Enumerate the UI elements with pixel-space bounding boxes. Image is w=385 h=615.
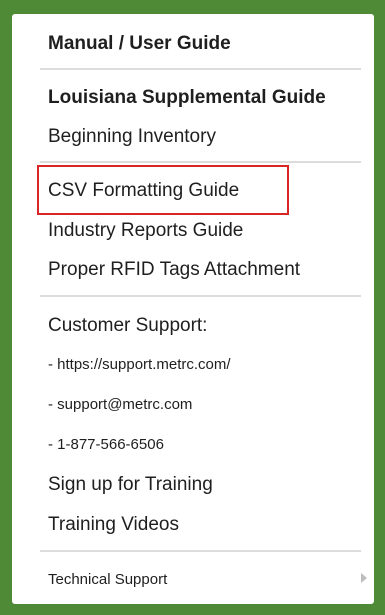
menu-item-industry-reports-guide[interactable]: Industry Reports Guide [48, 221, 243, 240]
menu-item-csv-formatting-guide[interactable]: CSV Formatting Guide [48, 181, 239, 200]
menu-item-customer-support: Customer Support: [48, 315, 208, 336]
divider [40, 68, 361, 70]
menu-item-louisiana-supplemental-guide[interactable]: Louisiana Supplemental Guide [48, 88, 326, 107]
menu-item-support-phone[interactable]: - 1-877-566-6506 [48, 437, 164, 452]
menu-item-beginning-inventory[interactable]: Beginning Inventory [48, 127, 216, 146]
menu-item-support-url[interactable]: - https://support.metrc.com/ [48, 357, 231, 372]
menu-header-manual-user-guide: Manual / User Guide [48, 33, 231, 54]
menu-item-sign-up-for-training[interactable]: Sign up for Training [48, 475, 213, 494]
divider [40, 161, 361, 163]
divider [40, 550, 361, 552]
menu-item-proper-rfid-tags-attachment[interactable]: Proper RFID Tags Attachment [48, 260, 300, 279]
divider [40, 295, 361, 297]
menu-item-technical-support[interactable]: Technical Support [48, 572, 167, 587]
chevron-right-icon [361, 573, 367, 583]
menu-item-training-videos[interactable]: Training Videos [48, 515, 179, 534]
menu-item-support-email[interactable]: - support@metrc.com [48, 397, 192, 412]
